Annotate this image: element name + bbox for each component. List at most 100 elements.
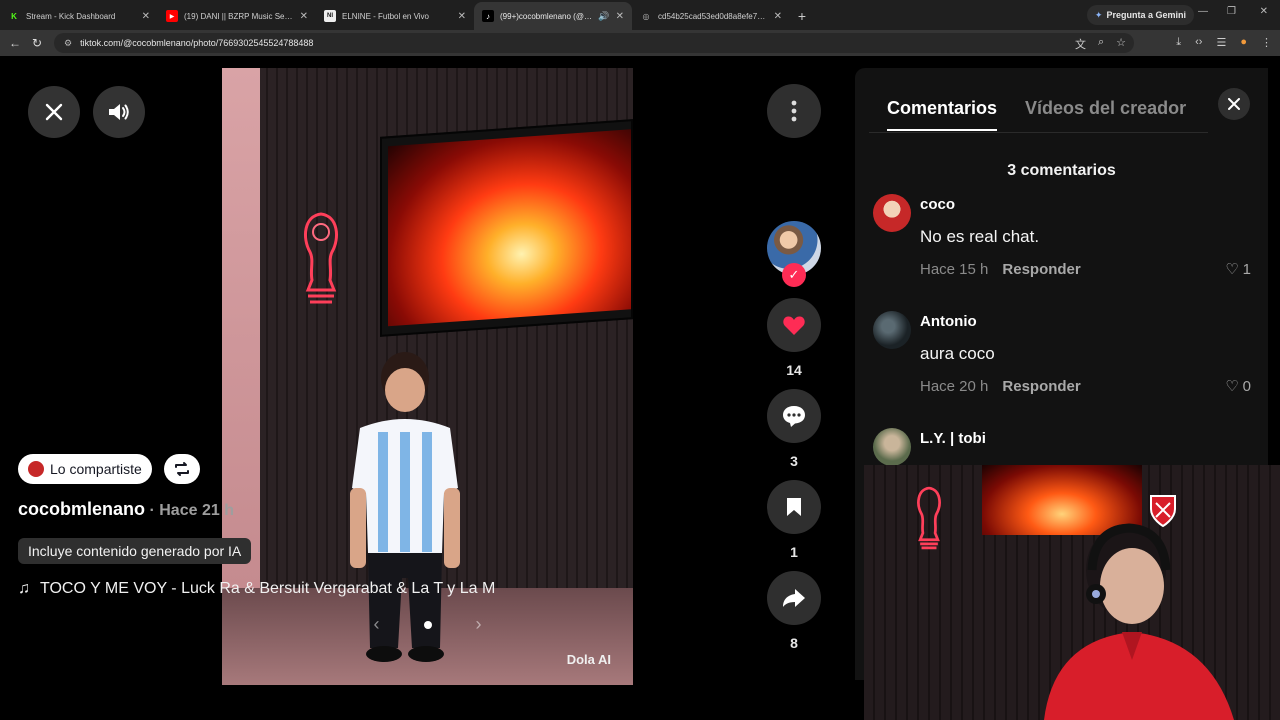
- comment-like-count: 0: [1242, 377, 1251, 395]
- tab-title: Stream - Kick Dashboard: [26, 11, 116, 21]
- devtools-icon[interactable]: ‹›: [1195, 36, 1202, 49]
- close-icon: [1228, 98, 1240, 110]
- translate-icon[interactable]: 文: [1075, 36, 1086, 52]
- browser-toolbar: ← ↻ ⚙ tiktok.com/@cocobmlenano/photo/766…: [0, 30, 1280, 56]
- author-line: cocobmlenano · Hace 21 h: [18, 499, 234, 520]
- gemini-button[interactable]: ✦ Pregunta a Gemini: [1086, 5, 1194, 25]
- bookmark-icon: [787, 498, 801, 516]
- music-link[interactable]: ♫ TOCO Y ME VOY - Luck Ra & Bersuit Verg…: [18, 580, 495, 598]
- repost-button[interactable]: [164, 454, 200, 484]
- reload-icon[interactable]: ↻: [26, 36, 48, 50]
- reading-list-icon[interactable]: ☰: [1216, 36, 1226, 49]
- heart-icon: [783, 316, 805, 335]
- heart-outline-icon: ♡: [1225, 378, 1239, 395]
- close-panel-button[interactable]: [1218, 88, 1250, 120]
- tab-youtube[interactable]: ▶ (19) DANI || BZRP Music Sessio... ✕: [158, 2, 316, 30]
- tab-tiktok[interactable]: ♪ (99+)cocobmlenano (@coc... 🔊 ✕: [474, 2, 632, 30]
- download-icon[interactable]: ⤓: [1176, 36, 1181, 49]
- neon-trophy-icon: [303, 212, 339, 304]
- site-info-icon[interactable]: ⚙: [64, 38, 72, 49]
- restore-icon[interactable]: ❐: [1227, 6, 1236, 17]
- heart-outline-icon: ♡: [1225, 261, 1239, 278]
- avatar[interactable]: [873, 311, 911, 349]
- close-tab-icon[interactable]: ✕: [458, 11, 466, 22]
- comment-time: Hace 20 h: [920, 378, 989, 395]
- carousel-nav: ‹ ›: [222, 614, 633, 635]
- tab-creator-videos[interactable]: Vídeos del creador: [1025, 98, 1186, 131]
- avatar[interactable]: [873, 428, 911, 466]
- close-viewer-button[interactable]: [28, 86, 80, 138]
- tab-title: ELNINE - Futbol en Vivo: [342, 11, 430, 21]
- back-arrow-icon[interactable]: ←: [4, 36, 26, 50]
- repost-icon: [175, 462, 189, 476]
- tab-elnine[interactable]: NI ELNINE - Futbol en Vivo ✕: [316, 2, 474, 30]
- audio-playing-icon[interactable]: 🔊: [598, 11, 609, 22]
- chevron-right-icon[interactable]: ›: [476, 614, 482, 635]
- post-time: · Hace 21 h: [145, 502, 234, 519]
- comment-like-button[interactable]: ♡ 1: [1225, 260, 1251, 279]
- close-tab-icon[interactable]: ✕: [142, 11, 150, 22]
- comment-username[interactable]: Antonio: [920, 313, 977, 330]
- save-button[interactable]: [767, 480, 821, 534]
- shared-label: Lo compartiste: [50, 461, 142, 477]
- volume-button[interactable]: [93, 86, 145, 138]
- tab-comments[interactable]: Comentarios: [887, 98, 998, 131]
- tab-hash[interactable]: ◎ cd54b25cad53ed0d8a8efe7d5... ✕: [632, 2, 790, 30]
- streamer-photo: [1044, 523, 1234, 720]
- minimize-icon[interactable]: —: [1198, 6, 1208, 17]
- comment-text: aura coco: [920, 344, 995, 363]
- avatar: [28, 461, 44, 477]
- close-icon: [45, 103, 63, 121]
- comment-like-button[interactable]: ♡ 0: [1225, 377, 1251, 396]
- ai-generated-badge[interactable]: Incluye contenido generado por IA: [18, 538, 252, 564]
- url-text: tiktok.com/@cocobmlenano/photo/766930254…: [80, 38, 314, 48]
- author-username[interactable]: cocobmlenano: [18, 499, 145, 519]
- shared-indicator-button[interactable]: Lo compartiste: [18, 454, 152, 484]
- share-arrow-icon: [783, 589, 805, 607]
- browser-tab-strip: K Stream - Kick Dashboard ✕ ▶ (19) DANI …: [0, 0, 1280, 30]
- close-tab-icon[interactable]: ✕: [774, 11, 782, 22]
- window-close-icon[interactable]: ✕: [1260, 6, 1268, 17]
- wall-left-panel: [222, 68, 260, 608]
- address-bar[interactable]: ⚙ tiktok.com/@cocobmlenano/photo/7669302…: [54, 33, 1134, 53]
- comment-username[interactable]: coco: [920, 196, 955, 213]
- carousel-dot-active[interactable]: [423, 620, 432, 629]
- photo-viewer: ‹ › Dola AI Lo compartiste cocobmlenano …: [0, 58, 855, 720]
- comment-button[interactable]: [767, 389, 821, 443]
- tab-title: (99+)cocobmlenano (@coc...: [500, 11, 595, 21]
- close-tab-icon[interactable]: ✕: [616, 11, 624, 22]
- share-button[interactable]: [767, 571, 821, 625]
- comment-username[interactable]: L.Y. | tobi: [920, 430, 986, 447]
- gemini-label: Pregunta a Gemini: [1106, 10, 1186, 20]
- like-button[interactable]: [767, 298, 821, 352]
- chevron-left-icon[interactable]: ‹: [374, 614, 380, 635]
- more-options-button[interactable]: [767, 84, 821, 138]
- profile-avatar-icon[interactable]: ●: [1240, 36, 1247, 49]
- tab-kick-dashboard[interactable]: K Stream - Kick Dashboard ✕: [0, 2, 158, 30]
- music-note-icon: ♫: [18, 580, 30, 597]
- panel-tabs: Comentarios Vídeos del creador: [887, 98, 1186, 131]
- save-count: 1: [790, 544, 798, 560]
- volume-icon: [109, 104, 129, 120]
- globe-icon: ◎: [642, 11, 650, 21]
- comment-meta: Hace 20 h Responder: [920, 378, 1081, 395]
- comment-time: Hace 15 h: [920, 261, 989, 278]
- like-count: 14: [786, 362, 802, 378]
- avatar[interactable]: [873, 194, 911, 232]
- tab-divider: [869, 132, 1208, 133]
- reply-button[interactable]: Responder: [1002, 261, 1080, 278]
- close-tab-icon[interactable]: ✕: [300, 11, 308, 22]
- bookmark-star-icon[interactable]: ☆: [1116, 36, 1126, 52]
- following-check-icon[interactable]: ✓: [782, 263, 806, 287]
- kick-icon: K: [11, 11, 17, 21]
- tab-title: (19) DANI || BZRP Music Sessio...: [184, 11, 294, 21]
- music-title: TOCO Y ME VOY - Luck Ra & Bersuit Vergar…: [40, 580, 496, 597]
- menu-kebab-icon[interactable]: ⋮: [1261, 36, 1272, 49]
- comment-meta: Hace 15 h Responder: [920, 261, 1081, 278]
- watermark-label: Dola AI: [566, 652, 611, 667]
- new-tab-button[interactable]: +: [790, 2, 814, 30]
- zoom-icon[interactable]: ⌕: [1098, 36, 1104, 52]
- reply-button[interactable]: Responder: [1002, 378, 1080, 395]
- youtube-icon: ▶: [166, 10, 178, 22]
- comment-bubble-icon: [783, 406, 805, 427]
